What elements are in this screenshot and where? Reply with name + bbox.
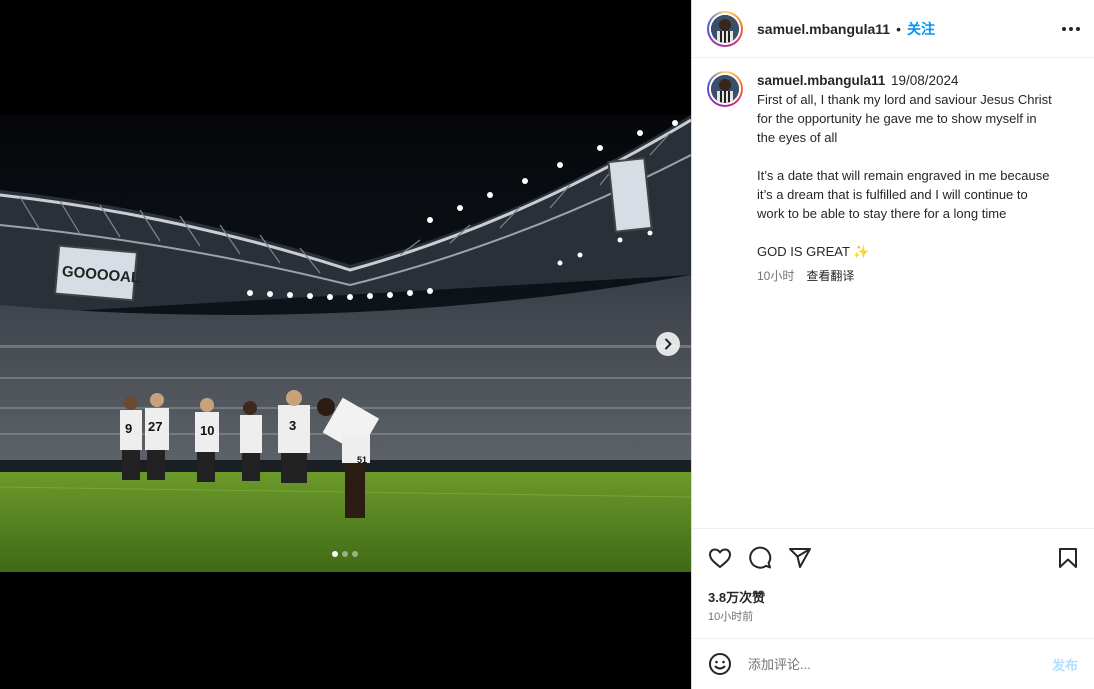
caption-date: 19/08/2024 (890, 73, 959, 88)
stadium-photo: GOOOOAL 9 27 10 351 (0, 115, 691, 572)
share-button[interactable] (788, 546, 812, 570)
comment-icon (749, 546, 772, 569)
svg-text:9: 9 (125, 421, 132, 436)
instagram-post-view: GOOOOAL 9 27 10 3 51 samuel.mbangula11 •… (0, 0, 1094, 689)
post-media: GOOOOAL 9 27 10 3 51 (0, 0, 691, 689)
carousel-dot (342, 551, 348, 557)
caption-age: 10小时 (757, 269, 795, 283)
caption-username[interactable]: samuel.mbangula11 (757, 73, 885, 88)
caption-section: samuel.mbangula11 19/08/2024 First of al… (692, 58, 1094, 528)
svg-text:51: 51 (357, 455, 367, 465)
avatar[interactable] (707, 10, 743, 47)
post-photo: GOOOOAL 9 27 10 3 51 (0, 115, 691, 572)
post-comment-button[interactable]: 发布 (1052, 655, 1078, 674)
post-side-panel: samuel.mbangula11 • 关注 samuel.mbangula11… (691, 0, 1094, 689)
caption-body: samuel.mbangula11 19/08/2024 First of al… (757, 71, 1057, 528)
post-actions (692, 528, 1094, 587)
chevron-right-icon (665, 338, 672, 350)
carousel-dot (352, 551, 358, 557)
smiley-icon (709, 653, 731, 675)
more-horizontal-icon (1062, 26, 1066, 31)
more-options-button[interactable] (1062, 26, 1080, 31)
comment-button[interactable] (748, 546, 772, 570)
separator-dot: • (896, 20, 901, 37)
comment-bar: 发布 (692, 638, 1094, 689)
svg-text:3: 3 (289, 418, 296, 433)
see-translation-link[interactable]: 查看翻译 (806, 267, 854, 286)
caption-paragraph: It’s a date that will remain engraved in… (757, 168, 1050, 221)
profile-photo (711, 75, 739, 103)
carousel-indicator (332, 551, 358, 557)
heart-icon (709, 548, 731, 568)
caption-paragraph: GOD IS GREAT ✨ (757, 244, 870, 259)
next-slide-button[interactable] (656, 332, 680, 356)
header-username[interactable]: samuel.mbangula11 (757, 21, 890, 37)
bookmark-icon (1059, 548, 1077, 568)
avatar[interactable] (707, 71, 743, 107)
paper-plane-icon (789, 548, 811, 568)
post-timestamp: 10小时前 (708, 611, 754, 623)
caption-paragraph: First of all, I thank my lord and saviou… (757, 92, 1052, 145)
profile-photo (711, 14, 739, 43)
svg-text:10: 10 (200, 423, 214, 438)
save-button[interactable] (1056, 546, 1080, 570)
caption-meta: 10小时 查看翻译 (757, 267, 1057, 286)
like-button[interactable] (708, 546, 732, 570)
emoji-button[interactable] (708, 652, 732, 676)
carousel-dot (332, 551, 338, 557)
follow-button[interactable]: 关注 (907, 19, 935, 39)
post-header: samuel.mbangula11 • 关注 (692, 0, 1094, 58)
like-count[interactable]: 3.8万次赞 (692, 587, 1094, 607)
comment-input[interactable] (748, 656, 1052, 672)
svg-text:27: 27 (148, 419, 162, 434)
